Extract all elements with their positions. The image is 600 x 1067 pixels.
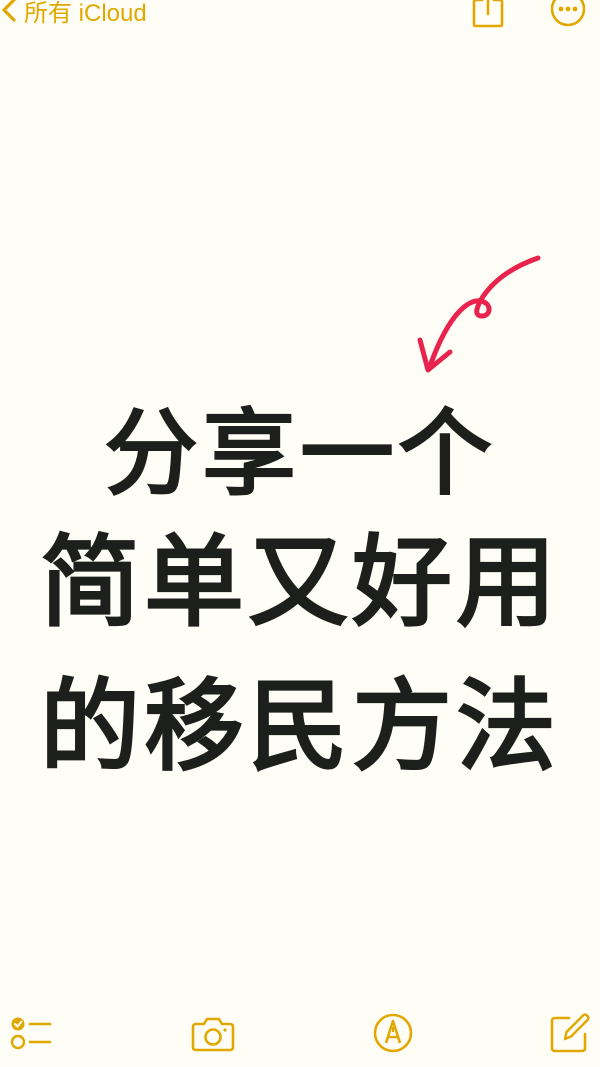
camera-icon bbox=[191, 1017, 235, 1052]
more-icon bbox=[550, 0, 586, 27]
checklist-icon bbox=[10, 1017, 52, 1050]
compose-icon bbox=[550, 1013, 590, 1053]
back-label: 所有 iCloud bbox=[24, 0, 147, 27]
share-button[interactable] bbox=[470, 0, 506, 28]
note-line-2: 简单又好用 bbox=[40, 524, 560, 641]
note-line-3: 的移民方法 bbox=[40, 668, 560, 785]
camera-button[interactable] bbox=[190, 1010, 236, 1056]
markup-button[interactable] bbox=[370, 1010, 416, 1056]
more-button[interactable] bbox=[549, 0, 587, 28]
note-line-1: 分享一个 bbox=[103, 400, 496, 509]
markup-icon bbox=[373, 1013, 413, 1053]
chevron-left-icon bbox=[2, 0, 16, 22]
share-icon bbox=[472, 0, 504, 28]
toolbar bbox=[0, 1006, 600, 1062]
handdrawn-arrow-icon bbox=[410, 248, 550, 388]
back-button[interactable]: 所有 iCloud bbox=[0, 0, 147, 28]
navigation-bar: 所有 iCloud bbox=[0, 0, 600, 40]
checklist-button[interactable] bbox=[8, 1010, 54, 1056]
compose-button[interactable] bbox=[547, 1010, 593, 1056]
